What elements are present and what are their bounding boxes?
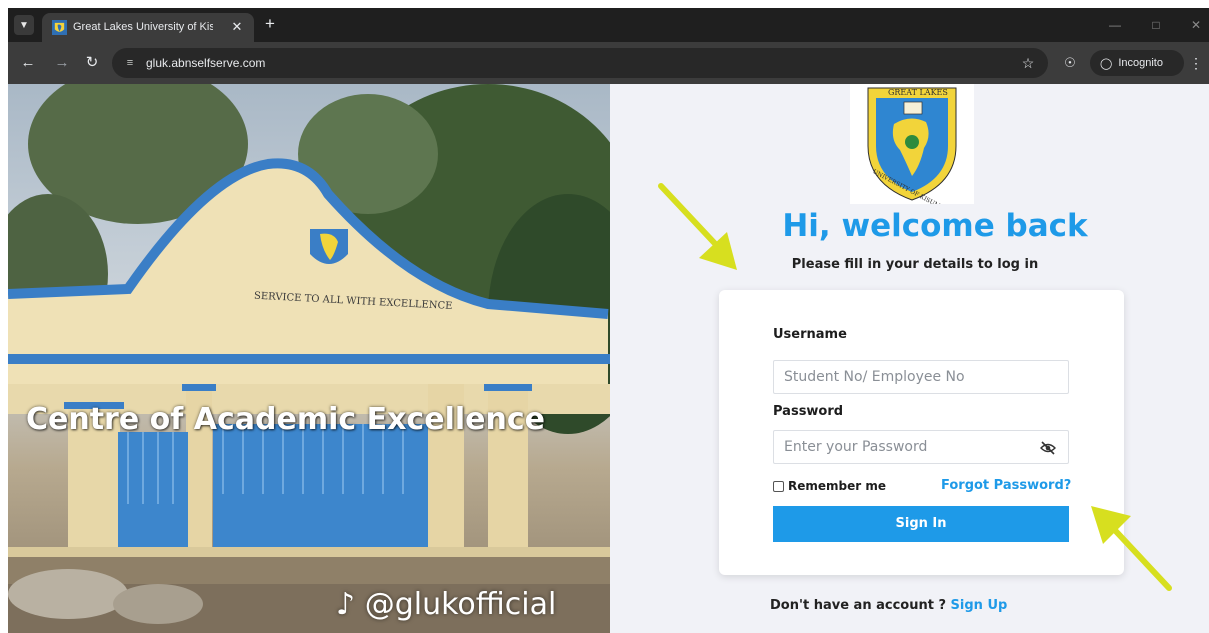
address-bar[interactable]: ≡ gluk.abnselfserve.com ☆ [112,48,1048,78]
campus-gate-illustration: SERVICE TO ALL WITH EXCELLENCE [8,84,610,633]
password-label: Password [773,404,844,419]
tab-title: Great Lakes University of Kisum [73,21,213,33]
login-subtitle: Please fill in your details to log in [791,257,1039,272]
username-input[interactable] [773,360,1069,394]
incognito-icon: ◯ [1100,57,1113,70]
incognito-button[interactable]: ◯ Incognito [1090,50,1184,76]
social-handle: ♪ @glukofficial [336,587,556,622]
hero-tagline: Centre of Academic Excellence [26,402,545,437]
username-label: Username [773,327,847,342]
tiktok-icon: ♪ [336,587,356,622]
remember-label: Remember me [788,479,886,493]
annotation-arrow-icon [658,183,737,270]
browser-tab[interactable]: Great Lakes University of Kisum ✕ [42,13,254,42]
kebab-menu-icon[interactable]: ⋮ [1189,53,1203,73]
url-text[interactable]: gluk.abnselfserve.com [146,56,265,70]
star-icon[interactable]: ☆ [1018,53,1038,73]
sign-in-button[interactable]: Sign In [773,506,1069,542]
tab-strip: ▼ Great Lakes University of Kisum ✕ + — … [8,8,1209,42]
minimize-icon[interactable]: — [1105,16,1125,34]
university-logo: GREAT LAKES UNIVERSITY OF KISUMU [850,84,974,212]
reload-icon[interactable]: ↻ [82,53,102,73]
back-icon[interactable]: ← [18,53,38,73]
window-close-icon[interactable]: ✕ [1186,16,1206,34]
hero-image: SERVICE TO ALL WITH EXCELLENCE Centre of… [8,84,610,633]
incognito-label: Incognito [1118,57,1163,69]
welcome-heading: Hi, welcome back [782,208,1088,244]
tab-list-icon[interactable]: ▼ [14,15,34,35]
logo-top-text: GREAT LAKES [888,88,948,97]
plus-icon[interactable]: + [260,15,280,35]
browser-chrome: ▼ Great Lakes University of Kisum ✕ + — … [8,8,1209,84]
forward-icon[interactable]: → [52,53,72,73]
extension-icon[interactable]: ☉ [1060,53,1080,73]
favicon [52,20,67,35]
remember-me[interactable]: Remember me [773,479,886,493]
site-info-icon[interactable]: ≡ [120,54,140,72]
signup-row: Don't have an account ? Sign Up [770,598,1080,613]
forgot-password-link[interactable]: Forgot Password? [941,478,1071,493]
eye-slash-icon[interactable] [1039,439,1057,457]
close-icon[interactable]: ✕ [229,19,245,35]
browser-toolbar: ← → ↻ ≡ gluk.abnselfserve.com ☆ ☉ ◯ Inco… [8,42,1209,84]
annotation-arrow-icon [1091,506,1172,591]
restore-icon[interactable]: □ [1146,16,1166,34]
signup-prompt: Don't have an account ? [770,598,947,613]
password-input[interactable] [773,430,1069,464]
remember-checkbox[interactable] [773,480,784,492]
handle-text: @glukofficial [364,587,557,622]
login-card: Username Password Remember me Forgot Pas… [719,290,1124,575]
sign-up-link[interactable]: Sign Up [951,598,1008,613]
crest-icon: GREAT LAKES UNIVERSITY OF KISUMU [867,87,957,212]
